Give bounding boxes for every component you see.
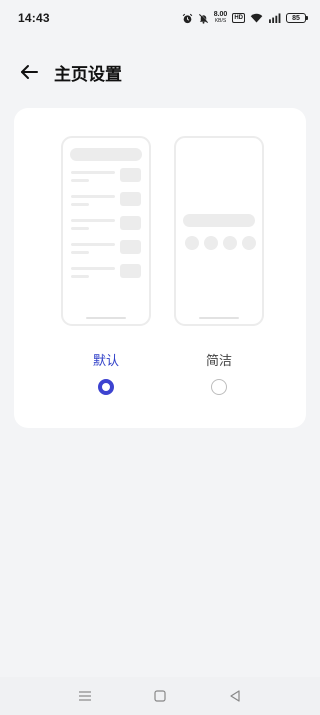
option-simple[interactable]: 简洁 xyxy=(171,136,267,395)
preview-dot xyxy=(223,236,237,250)
back-triangle-icon xyxy=(230,690,240,702)
net-speed-value: 8.00 xyxy=(213,11,228,18)
preview-block xyxy=(120,216,141,230)
signal-icon xyxy=(268,13,281,23)
recent-apps-button[interactable] xyxy=(70,681,100,711)
layout-options-card: 默认 简洁 xyxy=(14,108,306,428)
preview-line xyxy=(71,227,89,230)
preview-search-bar xyxy=(183,214,255,227)
preview-dot xyxy=(185,236,199,250)
net-speed: 8.00 KB/S xyxy=(214,11,228,25)
preview-dot xyxy=(242,236,256,250)
default-layout-preview[interactable] xyxy=(61,136,151,326)
option-default[interactable]: 默认 xyxy=(58,136,154,395)
page-title: 主页设置 xyxy=(54,64,122,85)
menu-icon xyxy=(79,691,92,701)
home-button[interactable] xyxy=(145,681,175,711)
preview-line xyxy=(71,267,115,270)
preview-search-bar xyxy=(70,148,142,161)
mute-icon xyxy=(198,12,209,24)
wifi-icon xyxy=(250,13,263,23)
status-time: 14:43 xyxy=(18,11,50,25)
simple-layout-preview[interactable] xyxy=(174,136,264,326)
option-label-default[interactable]: 默认 xyxy=(93,350,119,369)
preview-home-bar xyxy=(199,317,239,319)
net-speed-unit: KB/S xyxy=(214,18,227,24)
preview-line xyxy=(71,203,89,206)
home-square-icon xyxy=(154,690,166,702)
battery-icon: 85 xyxy=(286,13,308,23)
alarm-icon xyxy=(182,13,193,24)
preview-line xyxy=(71,179,89,182)
preview-line xyxy=(71,243,115,246)
radio-default[interactable] xyxy=(98,379,114,395)
preview-line xyxy=(71,275,89,278)
arrow-left-icon xyxy=(21,65,38,79)
hd-badge: HD xyxy=(232,13,245,23)
preview-block xyxy=(120,168,141,182)
preview-line xyxy=(71,219,115,222)
nav-back-button[interactable] xyxy=(220,681,250,711)
preview-line xyxy=(71,195,115,198)
radio-simple[interactable] xyxy=(211,379,227,395)
preview-line xyxy=(71,251,89,254)
status-icons: 8.00 KB/S HD 85 xyxy=(182,11,308,25)
preview-line xyxy=(71,171,115,174)
option-label-simple[interactable]: 简洁 xyxy=(206,350,232,369)
battery-level: 85 xyxy=(292,14,300,22)
preview-block xyxy=(120,192,141,206)
preview-dot xyxy=(204,236,218,250)
preview-block xyxy=(120,240,141,254)
preview-block xyxy=(120,264,141,278)
status-bar: 14:43 8.00 KB/S HD 85 xyxy=(0,0,320,36)
header: 主页设置 xyxy=(0,52,320,92)
system-nav-bar xyxy=(0,677,320,715)
preview-home-bar xyxy=(86,317,126,319)
back-button[interactable] xyxy=(14,57,44,87)
